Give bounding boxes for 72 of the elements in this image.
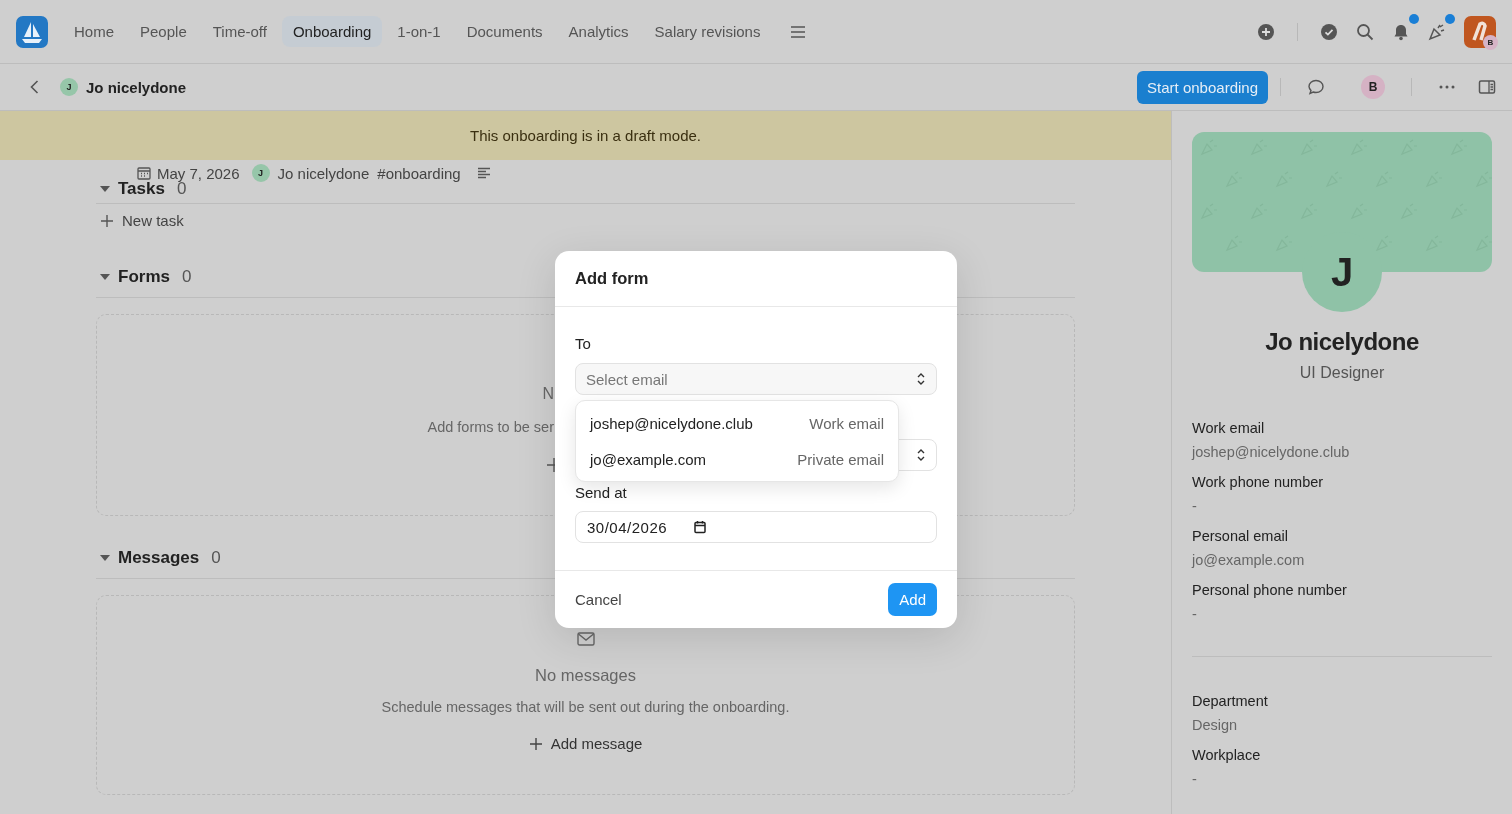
calendar-icon	[693, 520, 708, 534]
field-label: Department	[1192, 693, 1269, 709]
nav-tab[interactable]: Analytics	[557, 16, 640, 47]
field-label: To	[575, 335, 592, 352]
nav-tab[interactable]: Onboarding	[281, 16, 383, 47]
person-name: Jo nicelydone	[277, 164, 370, 182]
comment-icon[interactable]	[1307, 78, 1325, 96]
section-title: Messages	[118, 548, 200, 568]
description-icon[interactable]	[476, 166, 491, 180]
envelope-icon	[576, 630, 595, 648]
start-onboarding-button[interactable]: Start onboarding	[1137, 70, 1268, 104]
app-avatar-icon[interactable]	[1464, 15, 1496, 48]
search-icon[interactable]	[1356, 22, 1374, 41]
profile-role: UI Designer	[1298, 364, 1386, 382]
collapse-icon[interactable]	[100, 186, 110, 192]
new-task-button[interactable]: New task	[100, 212, 184, 229]
nav-tab[interactable]: Time-off	[201, 16, 278, 47]
nav-tab[interactable]: Documents	[455, 16, 554, 47]
add-icon[interactable]	[1257, 22, 1275, 41]
chevron-icon	[916, 448, 926, 462]
field-label: Work email	[1192, 420, 1266, 436]
chevron-icon	[916, 372, 926, 386]
add-button[interactable]: Add	[888, 583, 937, 616]
field-label: Workplace	[1192, 747, 1262, 763]
nav-tab[interactable]: People	[129, 16, 198, 47]
check-circle-icon[interactable]	[1320, 22, 1338, 41]
field-value: -	[1192, 498, 1198, 514]
person-name: Jo nicelydone	[86, 78, 187, 96]
person-avatar: J	[251, 164, 270, 182]
party-popper-icon[interactable]	[1428, 22, 1446, 41]
empty-title: No messages	[535, 666, 636, 685]
tag-label[interactable]: #onboarding	[377, 164, 461, 182]
section-title: Tasks	[118, 179, 165, 199]
empty-text: Schedule messages that will be sent out during the onboarding.	[381, 699, 790, 715]
calendar-icon	[137, 166, 151, 180]
profile-avatar: J	[1302, 232, 1382, 312]
date-field[interactable]: 30/04/2026	[575, 511, 937, 543]
collapse-icon[interactable]	[100, 555, 110, 561]
nav-tab[interactable]: 1-on-1	[386, 16, 452, 47]
field-value: jo@example.com	[1192, 552, 1306, 568]
section-title: Forms	[118, 267, 170, 287]
profile-name: Jo nicelydone	[1264, 328, 1420, 356]
field-value: -	[1192, 606, 1198, 622]
field-value: Design	[1192, 717, 1239, 733]
section-count: 0	[211, 548, 221, 568]
field-value: -	[1192, 771, 1198, 787]
sailboat-logo[interactable]	[16, 15, 48, 48]
start-date: May 7, 2026	[157, 164, 240, 182]
person-avatar: J	[60, 78, 78, 96]
nav-tab[interactable]: Salary revisions	[643, 16, 772, 47]
dialog-title: Add form	[555, 251, 957, 307]
field-label: Send at	[575, 484, 628, 501]
field-label: Personal phone number	[1192, 582, 1348, 598]
field-label: Work phone number	[1192, 474, 1325, 490]
dropdown-option[interactable]: joshep@nicelydone.club Work email	[576, 405, 898, 441]
section-count: 0	[181, 267, 192, 287]
plus-icon	[528, 736, 543, 751]
bell-icon[interactable]	[1392, 22, 1410, 41]
field-label: Personal email	[1192, 528, 1289, 544]
field-value: joshep@nicelydone.club	[1192, 444, 1351, 460]
empty-title: N	[542, 385, 554, 403]
draft-banner: This onboarding is in a draft mode.	[0, 111, 1171, 160]
dropdown-option[interactable]: jo@example.com Private email	[576, 441, 898, 477]
side-panel-icon[interactable]	[1478, 78, 1496, 96]
cancel-button[interactable]: Cancel	[565, 583, 632, 616]
email-select[interactable]: Select email	[575, 363, 937, 395]
collapse-icon[interactable]	[100, 274, 110, 280]
empty-text: Add forms to be ser	[427, 419, 554, 435]
add-message-button[interactable]: Add message	[528, 735, 643, 752]
nav-tab[interactable]: Home	[63, 16, 125, 47]
plus-icon	[100, 213, 114, 228]
user-avatar[interactable]: B	[1361, 75, 1385, 99]
